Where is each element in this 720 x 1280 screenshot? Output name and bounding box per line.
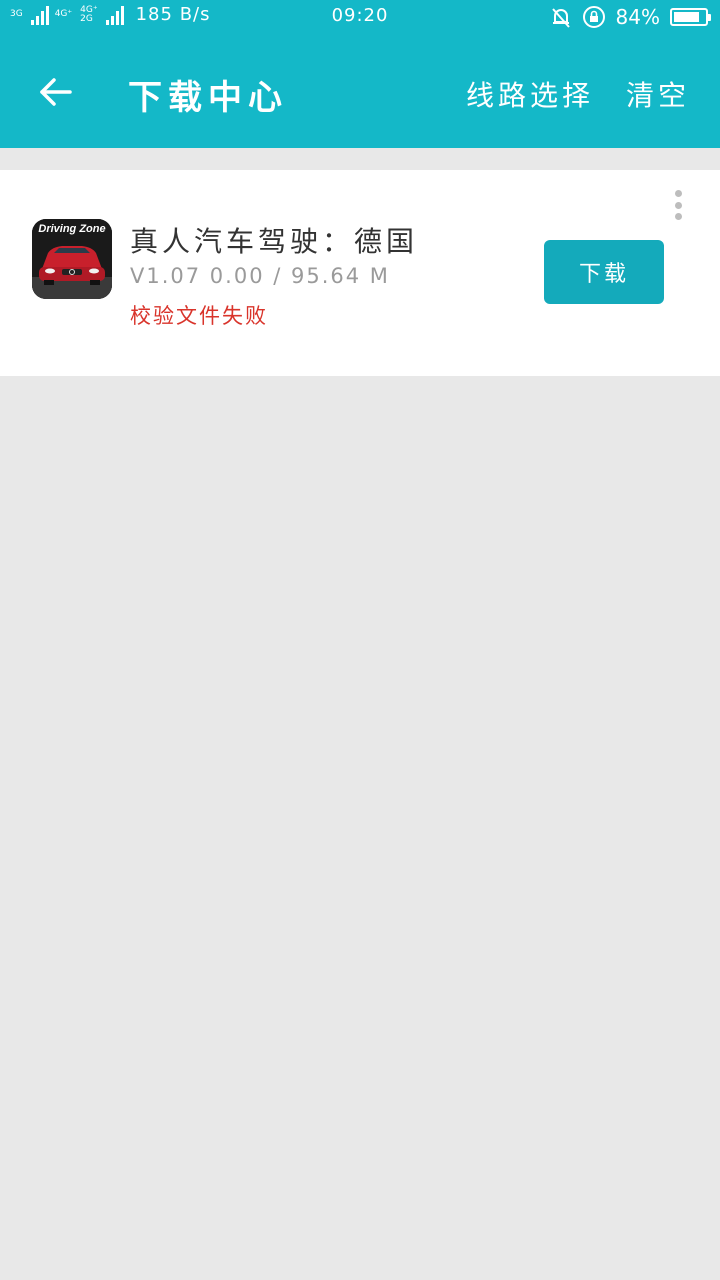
more-vertical-icon[interactable] [668,190,688,220]
app-header: 3G 4G⁺ 4G⁺ 2G 185 B/s 09:20 84% 下载中心 线路选… [0,0,720,148]
battery-fill [674,12,699,22]
route-select-button[interactable]: 线路选择 [466,74,594,114]
battery-percent: 84% [615,5,660,29]
rotation-lock-icon [582,6,605,28]
app-icon-label: Driving Zone [38,223,106,235]
toolbar: 下载中心 线路选择 清空 [0,56,720,128]
arrow-left-icon [40,78,72,106]
app-icon[interactable]: Driving Zone [32,219,112,299]
page-title: 下载中心 [128,78,288,118]
battery-icon [670,8,711,26]
clear-button[interactable]: 清空 [626,74,690,114]
mute-bell-icon [551,8,570,28]
status-bar: 3G 4G⁺ 4G⁺ 2G 185 B/s 09:20 84% [0,0,720,34]
download-item-card: Driving Zone 真人汽车驾驶：德国 V1.07 0.00 / 95.6… [0,170,720,376]
app-name: 真人汽车驾驶：德国 [130,225,419,258]
download-button[interactable]: 下载 [544,240,664,304]
app-version-size: V1.07 0.00 / 95.64 M [130,264,390,288]
status-right: 84% [550,5,711,29]
download-status: 校验文件失败 [130,304,268,328]
back-button[interactable] [30,66,82,118]
